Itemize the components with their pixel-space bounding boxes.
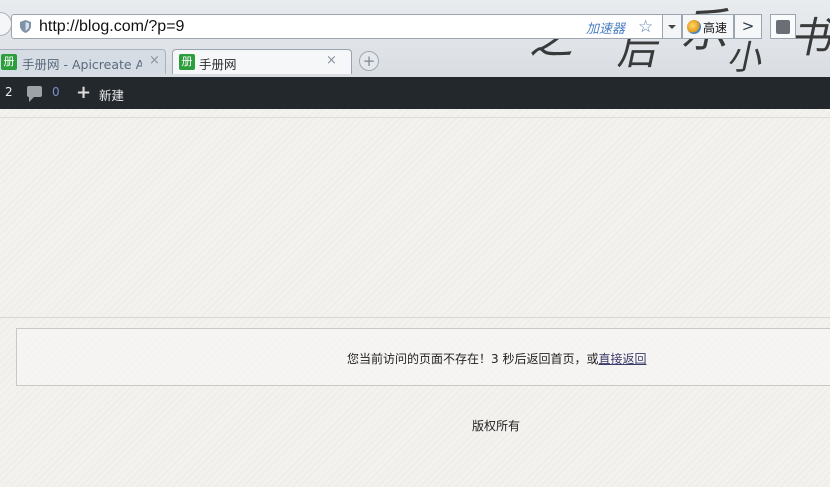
plus-icon[interactable]: + bbox=[76, 84, 91, 102]
tab-apicreate[interactable]: 册 手册网 - Apicreate Api × bbox=[0, 49, 166, 74]
shield-icon bbox=[20, 20, 31, 33]
speed-mode-label: 高速 bbox=[703, 21, 728, 35]
comment-icon[interactable] bbox=[27, 86, 42, 102]
close-icon[interactable]: × bbox=[326, 53, 337, 68]
paw-search-button[interactable] bbox=[770, 14, 796, 39]
browser-toolbar: 之 后 乐 小 书 http://blog.com/?p=9 加速器 ☆ 高速 … bbox=[0, 0, 830, 77]
url-text[interactable]: http://blog.com/?p=9 bbox=[39, 18, 184, 36]
return-link[interactable]: 直接返回 bbox=[598, 352, 646, 366]
admin-bar: 2 0 + 新建 bbox=[0, 77, 830, 109]
accelerator-label[interactable]: 加速器 bbox=[586, 18, 625, 37]
notice-text: 您当前访问的页面不存在！3 秒后返回首页，或直接返回 bbox=[347, 350, 646, 367]
new-content-link[interactable]: 新建 bbox=[99, 85, 124, 104]
url-dropdown-button[interactable] bbox=[662, 14, 682, 39]
favicon-icon: 册 bbox=[179, 54, 195, 70]
speed-mode-button[interactable]: 高速 bbox=[682, 14, 734, 39]
tab-active[interactable]: 册 手册网 × bbox=[172, 49, 352, 74]
favicon-icon: 册 bbox=[1, 54, 17, 70]
tab-title: 手册网 bbox=[199, 57, 237, 72]
site-header bbox=[0, 117, 830, 318]
go-button[interactable]: > bbox=[734, 14, 762, 39]
comments-count[interactable]: 0 bbox=[52, 85, 60, 99]
new-tab-button[interactable]: + bbox=[359, 51, 379, 71]
footer-copyright: 版权所有 bbox=[472, 419, 521, 433]
tab-title: 手册网 - Apicreate Api bbox=[22, 57, 142, 72]
not-found-notice: 您当前访问的页面不存在！3 秒后返回首页，或直接返回 bbox=[16, 328, 830, 386]
close-icon[interactable]: × bbox=[149, 53, 160, 68]
globe-icon bbox=[687, 20, 701, 34]
updates-count[interactable]: 2 bbox=[5, 85, 13, 99]
paw-icon bbox=[776, 20, 790, 34]
notice-message: 您当前访问的页面不存在！3 秒后返回首页，或 bbox=[347, 352, 599, 366]
star-icon[interactable]: ☆ bbox=[638, 17, 653, 37]
address-bar[interactable]: http://blog.com/?p=9 加速器 ☆ bbox=[11, 14, 681, 39]
page-body: 您当前访问的页面不存在！3 秒后返回首页，或直接返回 版权所有 bbox=[0, 109, 830, 487]
